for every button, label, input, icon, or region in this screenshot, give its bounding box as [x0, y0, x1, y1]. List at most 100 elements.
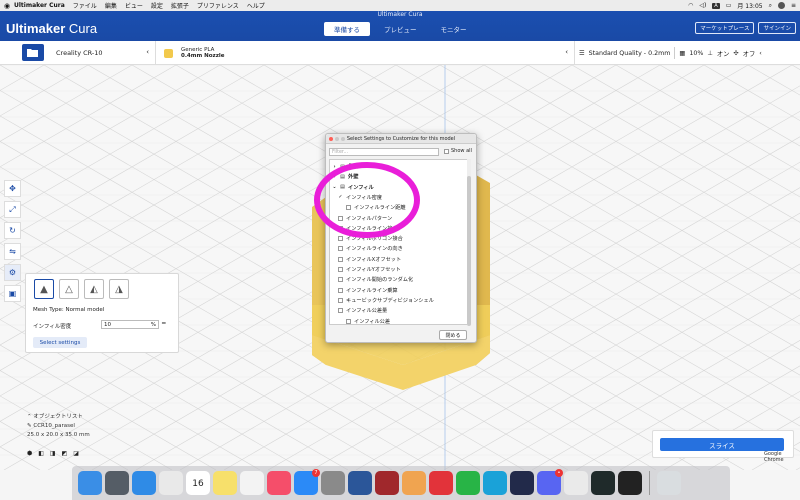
left-view-icon[interactable]: ◩	[62, 450, 68, 457]
per-model-settings-icon[interactable]: ⚙	[4, 264, 21, 281]
setting-label: インフィルYオフセット	[346, 267, 401, 273]
support-blocker-icon[interactable]: ▣	[4, 285, 21, 302]
printer-selector[interactable]: Creality CR-10 ‹	[48, 41, 156, 65]
menu-settings[interactable]: 設定	[151, 1, 163, 10]
menu-extensions[interactable]: 拡張子	[171, 1, 189, 10]
setting-checkbox[interactable]	[338, 297, 343, 303]
print-settings-selector[interactable]: ☰ Standard Quality - 0.2mm ▦ 10% ⊥ オン ✣ …	[574, 41, 800, 65]
remove-setting-icon[interactable]: ━	[162, 320, 166, 327]
menubar-app-name[interactable]: Ultimaker Cura	[14, 2, 65, 9]
minimize-window-icon[interactable]	[335, 137, 339, 141]
infill-density-unit: %	[150, 321, 156, 328]
menu-help[interactable]: ヘルプ	[247, 1, 265, 10]
discord-icon[interactable]: •	[537, 469, 563, 495]
dialog-title: Select Settings to Customize for this mo…	[346, 136, 456, 142]
printer-name: Creality CR-10	[56, 49, 103, 57]
top-view-icon[interactable]: ◨	[50, 450, 56, 457]
filter-input[interactable]: Filter...	[329, 148, 439, 156]
menu-file[interactable]: ファイル	[73, 1, 97, 10]
select-settings-button[interactable]: Select settings	[33, 337, 87, 348]
fusion-icon[interactable]	[402, 471, 426, 495]
user-avatar-icon[interactable]	[777, 2, 785, 9]
object-file[interactable]: ✎ CCR10_parasel	[27, 423, 177, 429]
right-view-icon[interactable]: ◪	[73, 450, 79, 457]
show-all-toggle[interactable]: Show all	[444, 148, 472, 154]
menu-view[interactable]: ビュー	[125, 1, 143, 10]
audio-icon[interactable]	[510, 471, 534, 495]
word-icon[interactable]	[348, 471, 372, 495]
finder-icon[interactable]	[78, 471, 102, 495]
appstore-icon[interactable]: 7	[294, 469, 320, 495]
control-center-icon[interactable]: ≡	[791, 2, 796, 9]
tab-monitor[interactable]: モニター	[431, 22, 477, 36]
menu-edit[interactable]: 編集	[105, 1, 117, 10]
header-actions: マーケットプレース サインイン	[695, 22, 796, 34]
cura-icon[interactable]	[483, 471, 507, 495]
open-file-button[interactable]	[22, 44, 44, 61]
line-icon[interactable]	[456, 471, 480, 495]
overlap-settings-icon[interactable]: ◭	[84, 279, 104, 299]
move-tool-icon[interactable]: ✥	[4, 180, 21, 197]
zoom-window-icon[interactable]	[341, 137, 345, 141]
slice-button[interactable]: スライス	[660, 438, 784, 451]
setting-checkbox[interactable]	[338, 246, 343, 252]
scale-tool-icon[interactable]: ⤢	[4, 201, 21, 218]
front-view-icon[interactable]: ◧	[38, 450, 44, 457]
print-as-support-icon[interactable]: △	[59, 279, 79, 299]
highlight-circle-annotation	[314, 162, 420, 238]
calendar-icon[interactable]: 16	[186, 471, 210, 495]
filmora-icon[interactable]	[591, 471, 615, 495]
infill-density-field[interactable]: 10 %	[101, 320, 159, 329]
support-icon: ⊥	[707, 49, 713, 57]
apple-icon[interactable]: ◉	[0, 2, 14, 10]
setting-checkbox[interactable]	[338, 277, 343, 283]
mac-menubar: ◉ Ultimaker Cura ファイル 編集 ビュー 設定 拡張子 プリファ…	[0, 0, 800, 11]
volume-icon[interactable]: ◁)	[699, 2, 706, 9]
normal-model-icon[interactable]: ▲	[34, 279, 54, 299]
3d-view-icon[interactable]: ⬢	[27, 450, 32, 457]
setting-item[interactable]: インフィル公差	[330, 316, 465, 324]
input-source-indicator[interactable]: A	[712, 2, 720, 9]
setting-checkbox[interactable]	[338, 308, 343, 314]
menubar-clock[interactable]: 月 13:05	[737, 1, 762, 10]
search-icon[interactable]: ⌕	[769, 2, 772, 10]
dock-tooltip: Google Chrome	[764, 451, 784, 463]
safari-icon[interactable]	[132, 471, 156, 495]
mirror-tool-icon[interactable]: ⇋	[4, 243, 21, 260]
launchpad-icon[interactable]	[105, 471, 129, 495]
scrollbar-thumb[interactable]	[467, 176, 471, 326]
wifi-icon[interactable]: ◠	[688, 2, 693, 9]
infill-icon: ▦	[679, 49, 686, 57]
setting-checkbox[interactable]	[338, 267, 343, 272]
setting-checkbox[interactable]	[338, 287, 343, 293]
battery-icon[interactable]: ▭	[726, 2, 732, 9]
settings-icon[interactable]	[321, 471, 345, 495]
blender-icon[interactable]	[564, 471, 588, 495]
material-selector[interactable]: Generic PLA 0.4mm Nozzle ‹	[158, 41, 568, 65]
photos-icon[interactable]	[240, 471, 264, 495]
close-dialog-button[interactable]: 閉める	[439, 330, 467, 340]
marketplace-button[interactable]: マーケットプレース	[695, 22, 755, 34]
rotate-tool-icon[interactable]: ↻	[4, 222, 21, 239]
music-icon[interactable]	[267, 471, 291, 495]
infill-density-value: 10	[104, 321, 111, 328]
mail-icon[interactable]	[429, 471, 453, 495]
chrome-icon[interactable]	[159, 471, 183, 495]
media-icon[interactable]	[618, 471, 642, 495]
dictionary-icon[interactable]	[375, 471, 399, 495]
menu-preferences[interactable]: プリファレンス	[197, 1, 239, 10]
notes-icon[interactable]	[213, 471, 237, 495]
notification-badge: 7	[312, 469, 320, 477]
close-window-icon[interactable]	[329, 137, 333, 141]
tab-prepare[interactable]: 準備する	[324, 22, 370, 36]
chevron-left-icon: ‹	[759, 49, 762, 57]
setting-checkbox[interactable]	[338, 256, 343, 262]
signin-button[interactable]: サインイン	[758, 22, 796, 34]
trash-icon[interactable]	[657, 471, 681, 495]
setting-checkbox[interactable]	[346, 318, 351, 324]
show-all-checkbox[interactable]	[444, 148, 449, 154]
no-overlap-support-icon[interactable]: ◮	[109, 279, 129, 299]
nozzle-size: 0.4mm Nozzle	[181, 53, 225, 59]
tab-preview[interactable]: プレビュー	[374, 22, 427, 36]
object-list-header[interactable]: ⌃ オブジェクトリスト	[27, 412, 177, 420]
